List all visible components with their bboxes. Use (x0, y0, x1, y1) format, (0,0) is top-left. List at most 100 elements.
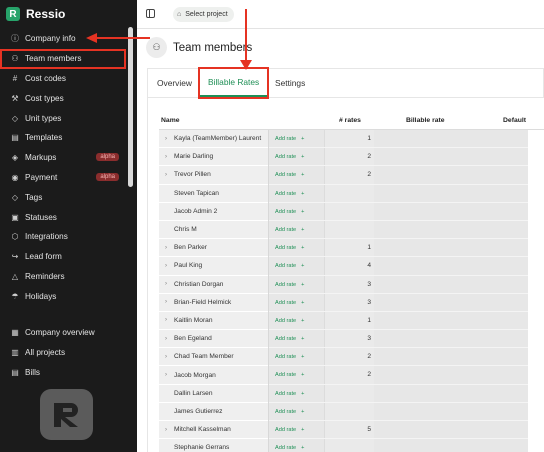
sidebar-item-cost-codes[interactable]: # Cost codes (0, 69, 126, 89)
add-rate-button[interactable]: Add rate + (275, 209, 304, 215)
sidebar-item-lead-form[interactable]: ↪ Lead form (0, 247, 126, 267)
select-project-button[interactable]: ⌂ Select project (173, 7, 234, 22)
column-header-rates[interactable]: # rates (339, 117, 361, 124)
table-row[interactable]: Chris M Add rate + (159, 220, 544, 240)
table-row[interactable]: Steven Tapican Add rate + (159, 184, 544, 203)
add-rate-button[interactable]: Add rate + (275, 318, 304, 324)
content-border (147, 98, 148, 452)
table-row[interactable]: › Marie Darling Add rate +2 (159, 148, 544, 167)
add-rate-button[interactable]: Add rate + (275, 172, 304, 178)
table-row[interactable]: › Jacob Morgan Add rate +2 (159, 366, 544, 385)
table-row[interactable]: › Chad Team Member Add rate +2 (159, 348, 544, 367)
table-row[interactable]: › Kayla (TeamMember) Laurent Add rate +1 (159, 130, 544, 149)
rate-count: 1 (324, 239, 374, 257)
add-rate-button[interactable]: Add rate + (275, 445, 304, 451)
table-row[interactable]: › Ben Egeland Add rate +3 (159, 330, 544, 349)
add-rate-button[interactable]: Add rate + (275, 282, 304, 288)
add-rate-label: Add rate (275, 427, 297, 433)
app-window: R Ressio ⓘ Company info ⚇ Team members # Cost… (0, 0, 544, 452)
plus-icon: + (301, 154, 305, 161)
table-row[interactable]: › Kaitlin Moran Add rate +1 (159, 311, 544, 331)
table-row[interactable]: › Ben Parker Add rate +1 (159, 239, 544, 258)
sidebar-item-templates[interactable]: ▤ Templates (0, 128, 126, 148)
add-rate-button[interactable]: Add rate + (275, 245, 304, 251)
add-rate-label: Add rate (275, 245, 297, 252)
chevron-right-icon[interactable]: › (165, 427, 172, 433)
table-row[interactable]: Stephanie Gerrans Add rate + (159, 439, 544, 452)
chevron-right-icon[interactable]: › (165, 372, 172, 378)
tab-billable-rates[interactable]: Billable Rates (197, 67, 270, 99)
add-rate-button[interactable]: Add rate + (275, 336, 304, 342)
add-rate-button[interactable]: Add rate + (275, 372, 304, 378)
hash-icon: # (12, 73, 18, 83)
chevron-right-icon[interactable]: › (165, 281, 172, 287)
brand[interactable]: R Ressio (6, 5, 65, 23)
add-rate-button[interactable]: Add rate + (275, 263, 304, 269)
table-row[interactable]: Jacob Admin 2 Add rate + (159, 202, 544, 221)
chevron-right-icon[interactable]: › (165, 317, 172, 323)
add-rate-label: Add rate (275, 336, 297, 343)
sidebar-item-holidays[interactable]: ☂ Holidays (0, 286, 126, 306)
sidebar-item-statuses[interactable]: ▣ Statuses (0, 207, 126, 227)
table-row[interactable]: › Trevor Pillen Add rate +2 (159, 166, 544, 185)
page-header: ⚇ Team members (146, 37, 252, 58)
chevron-right-icon[interactable]: › (165, 299, 172, 305)
add-rate-button[interactable]: Add rate + (275, 391, 304, 397)
table-row[interactable]: › Paul King Add rate +4 (159, 257, 544, 276)
template-icon: ▤ (11, 133, 19, 143)
sidebar-item-unit-types[interactable]: ◇ Unit types (0, 108, 126, 128)
member-name: Chris M (174, 226, 197, 234)
sidebar-item-markups[interactable]: ◈ Markups alpha (0, 148, 126, 168)
member-name-cell: › Chad Team Member (159, 348, 268, 367)
chevron-right-icon[interactable]: › (165, 136, 172, 142)
sidebar-item-payment[interactable]: ◉ Payment alpha (0, 168, 126, 188)
chevron-right-icon[interactable]: › (165, 263, 172, 269)
member-name-cell: › Christian Dorgan (159, 275, 268, 294)
chevron-right-icon[interactable]: › (165, 172, 172, 178)
table-row[interactable]: James Gutierrez Add rate + (159, 402, 544, 421)
home-icon: ⌂ (177, 11, 182, 18)
member-name-cell: Steven Tapican (159, 184, 268, 203)
sidebar-item-reminders[interactable]: △ Reminders (0, 267, 126, 287)
overview-icon: ▦ (11, 328, 19, 338)
sidebar-item-integrations[interactable]: ⬡ Integrations (0, 227, 126, 247)
sidebar-scrollbar[interactable] (128, 27, 133, 187)
sidebar-item-bills[interactable]: ▤ Bills (0, 363, 126, 383)
sidebar-toggle-icon[interactable] (146, 9, 155, 18)
rate-count (324, 402, 374, 420)
sidebar-item-cost-types[interactable]: ⚒ Cost types (0, 88, 126, 108)
sidebar-item-label: Lead form (25, 252, 62, 262)
add-rate-button[interactable]: Add rate + (275, 300, 304, 306)
table-row[interactable]: › Brian-Field Helmick Add rate +3 (159, 293, 544, 312)
sidebar-item-label: Statuses (25, 212, 57, 222)
table-row[interactable]: Dallin Larsen Add rate + (159, 384, 544, 403)
table-row[interactable]: › Mitchell Kasselman Add rate +5 (159, 421, 544, 440)
billable-rates-table: Name # rates Billable rate Default › Kayl… (159, 112, 544, 452)
tab-overview[interactable]: Overview (157, 69, 192, 97)
rates-cell-group: Add rate +4 (269, 257, 528, 276)
add-rate-button[interactable]: Add rate + (275, 354, 304, 360)
chevron-right-icon[interactable]: › (165, 354, 172, 360)
column-header-default[interactable]: Default (503, 117, 526, 124)
rates-cell-group: Add rate +2 (269, 366, 528, 385)
sidebar-item-all-projects[interactable]: ▥ All projects (0, 343, 126, 363)
sidebar-item-tags[interactable]: ◇ Tags (0, 187, 126, 207)
sidebar-item-team-members[interactable]: ⚇ Team members (0, 48, 126, 69)
add-rate-button[interactable]: Add rate + (275, 154, 304, 160)
column-header-billable-rate[interactable]: Billable rate (406, 117, 445, 124)
add-rate-button[interactable]: Add rate + (275, 136, 304, 142)
add-rate-button[interactable]: Add rate + (275, 427, 304, 433)
chevron-right-icon[interactable]: › (165, 245, 172, 251)
holiday-icon: ☂ (11, 291, 19, 301)
add-rate-button[interactable]: Add rate + (275, 191, 304, 197)
chevron-right-icon[interactable]: › (165, 154, 172, 160)
sidebar-item-company-overview[interactable]: ▦ Company overview (0, 323, 126, 343)
tab-settings[interactable]: Settings (275, 69, 305, 97)
column-header-name[interactable]: Name (161, 117, 180, 124)
member-name-cell: › Jacob Morgan (159, 366, 268, 385)
add-rate-button[interactable]: Add rate + (275, 227, 304, 233)
chevron-right-icon[interactable]: › (165, 336, 172, 342)
add-rate-button[interactable]: Add rate + (275, 409, 304, 415)
table-row[interactable]: › Christian Dorgan Add rate +3 (159, 275, 544, 294)
wrench-icon: ⚒ (11, 93, 19, 103)
